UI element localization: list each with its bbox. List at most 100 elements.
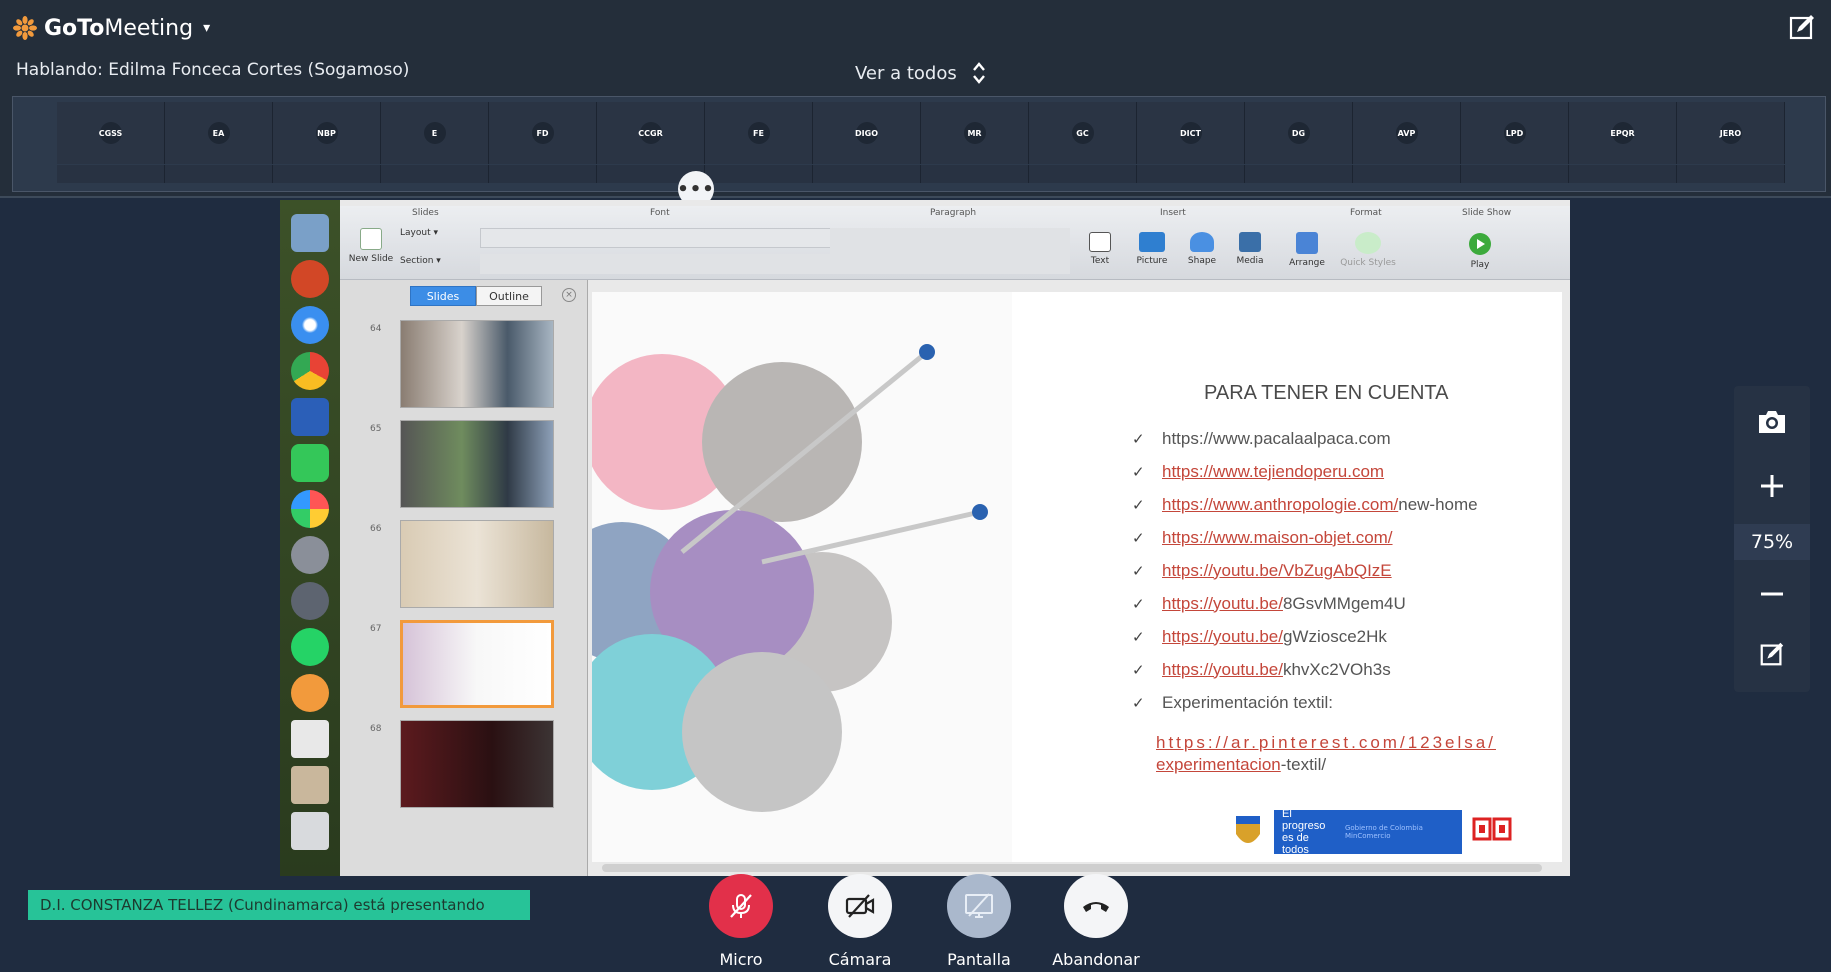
edit-icon[interactable]	[1787, 12, 1817, 42]
camara-label: Cámara	[828, 950, 892, 969]
attendee-tile[interactable]: DICT	[1137, 102, 1245, 164]
attendee-tile-partial[interactable]	[1353, 165, 1461, 183]
annotate-button[interactable]	[1752, 634, 1792, 674]
attendee-tile-partial[interactable]	[165, 165, 273, 183]
attendee-tile-partial[interactable]	[1461, 165, 1569, 183]
attendee-tile-partial[interactable]	[381, 165, 489, 183]
tab-slides[interactable]: Slides	[410, 286, 476, 306]
camera-off-icon	[845, 894, 875, 918]
attendee-tile[interactable]: CCGR	[597, 102, 705, 164]
attendee-tile[interactable]: DG	[1245, 102, 1353, 164]
leave-meeting-button[interactable]: Abandonar	[1041, 874, 1151, 969]
link-url: https://youtu.be/	[1162, 593, 1283, 613]
text-box-icon	[1089, 232, 1111, 252]
attendee-initials: NBP	[315, 122, 338, 144]
attendee-tile-partial[interactable]	[57, 165, 165, 183]
edit-icon	[1760, 642, 1784, 666]
link-url: https://www.maison-objet.com/	[1162, 527, 1393, 547]
shared-screen: Slides Font Paragraph Insert Format Slid…	[280, 200, 1570, 876]
close-navigator-icon[interactable]: ×	[562, 288, 576, 302]
attendee-tile-partial[interactable]	[813, 165, 921, 183]
link-item[interactable]: ✓ https://www.tejiendoperu.com	[1132, 455, 1478, 488]
layout-button[interactable]: Layout ▾	[400, 228, 460, 238]
insert-text-button[interactable]: Text	[1080, 232, 1120, 266]
attendee-initials: EA	[207, 122, 230, 144]
paragraph-controls[interactable]	[830, 228, 1070, 274]
micro-button[interactable]: Micro	[686, 874, 796, 969]
ribbon-group-insert: Insert	[1160, 208, 1186, 218]
screenshot-button[interactable]	[1752, 402, 1792, 442]
insert-shape-button[interactable]: Shape	[1182, 232, 1222, 266]
link-item[interactable]: ✓ https://youtu.be/gWziosce2Hk	[1132, 620, 1478, 653]
attendee-tile[interactable]: GC	[1029, 102, 1137, 164]
attendee-tile-partial[interactable]	[489, 165, 597, 183]
attendee-initials: GC	[1071, 122, 1094, 144]
attendee-tile-partial[interactable]	[1569, 165, 1677, 183]
updown-chevron-icon	[972, 62, 985, 84]
slide-thumbnail-64[interactable]	[400, 320, 554, 408]
link-item[interactable]: ✓ Experimentación textil:	[1132, 686, 1478, 719]
play-slideshow-button[interactable]: Play	[1460, 232, 1500, 270]
attendee-tile-partial[interactable]	[1137, 165, 1245, 183]
attendee-tile-partial[interactable]	[1029, 165, 1137, 183]
insert-media-button[interactable]: Media	[1230, 232, 1270, 266]
screen-share-button[interactable]: Pantalla	[924, 874, 1034, 969]
slide-thumbnail-68[interactable]	[400, 720, 554, 808]
attendee-tile[interactable]: LPD	[1461, 102, 1569, 164]
camera-button[interactable]: Cámara	[805, 874, 915, 969]
attendee-tile[interactable]: NBP	[273, 102, 381, 164]
tab-outline[interactable]: Outline	[476, 286, 542, 306]
view-all-toggle[interactable]: Ver a todos	[855, 60, 987, 86]
quick-styles-button[interactable]: Quick Styles	[1336, 232, 1400, 268]
attendee-tile[interactable]: EPQR	[1569, 102, 1677, 164]
horizontal-scrollbar[interactable]	[602, 864, 1542, 872]
checkmark-icon: ✓	[1132, 661, 1145, 679]
link-item[interactable]: ✓ https://youtu.be/khvXc2VOh3s	[1132, 653, 1478, 686]
section-button[interactable]: Section ▾	[400, 256, 460, 266]
arrange-icon	[1296, 232, 1318, 254]
zoom-in-button[interactable]	[1752, 466, 1792, 506]
attendee-tile-partial[interactable]	[1245, 165, 1353, 183]
picture-label: Picture	[1136, 256, 1168, 266]
attendee-tile[interactable]: CGSS	[57, 102, 165, 164]
yarn-balls-image	[592, 292, 1012, 862]
system-preferences-icon	[291, 582, 329, 620]
gotomeeting-star-icon	[13, 16, 37, 40]
app-logo-menu[interactable]: GoTo Meeting ▾	[12, 12, 210, 44]
pinterest-link[interactable]: https://ar.pinterest.com/123elsa/ experi…	[1156, 732, 1562, 776]
link-item[interactable]: ✓ https://www.maison-objet.com/	[1132, 521, 1478, 554]
slide-thumbnail-67-selected[interactable]	[400, 620, 554, 708]
launchpad-app-icon	[291, 536, 329, 574]
attendee-tile[interactable]: AVP	[1353, 102, 1461, 164]
ribbon-group-slideshow: Slide Show	[1462, 208, 1512, 218]
attendee-tile[interactable]: EA	[165, 102, 273, 164]
attendee-tile-partial[interactable]	[273, 165, 381, 183]
attendee-tile[interactable]: JERO	[1677, 102, 1785, 164]
attendee-tile-partial[interactable]	[921, 165, 1029, 183]
attendee-initials: JERO	[1719, 122, 1742, 144]
attendee-tile-partial[interactable]	[1677, 165, 1785, 183]
arrange-button[interactable]: Arrange	[1284, 232, 1330, 268]
attendee-initials: DIGO	[855, 122, 878, 144]
attendee-tile[interactable]: E	[381, 102, 489, 164]
attendee-tile-partial[interactable]	[705, 165, 813, 183]
attendee-tile[interactable]: DIGO	[813, 102, 921, 164]
slide-thumbnail-65[interactable]	[400, 420, 554, 508]
link-item[interactable]: ✓ https://youtu.be/VbZugAbQIzE	[1132, 554, 1478, 587]
attendee-initials: CCGR	[638, 122, 663, 144]
slide-number: 66	[370, 524, 382, 534]
navigator-tabs: Slides Outline	[410, 286, 542, 306]
insert-picture-button[interactable]: Picture	[1130, 232, 1174, 266]
link-text: Experimentación textil:	[1162, 692, 1334, 712]
slide-thumbnail-66[interactable]	[400, 520, 554, 608]
zoom-out-button[interactable]	[1752, 574, 1792, 614]
new-slide-button[interactable]: New Slide	[346, 228, 396, 264]
link-item[interactable]: ✓ https://www.pacalaalpaca.com	[1132, 422, 1478, 455]
brand-goto: GoTo	[44, 15, 105, 41]
attendee-tile[interactable]: FD	[489, 102, 597, 164]
link-item[interactable]: ✓ https://youtu.be/8GsvMMgem4U	[1132, 587, 1478, 620]
link-item[interactable]: ✓ https://www.anthropologie.com/new-home	[1132, 488, 1478, 521]
trash-icon	[291, 812, 329, 850]
attendee-tile[interactable]: FE	[705, 102, 813, 164]
attendee-tile[interactable]: MR	[921, 102, 1029, 164]
